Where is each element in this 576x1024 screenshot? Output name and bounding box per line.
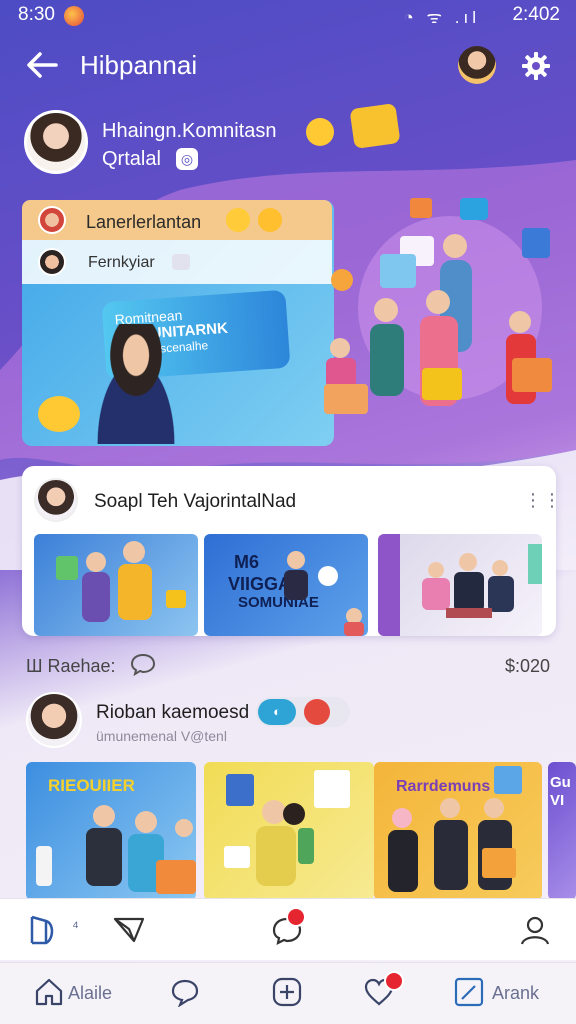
post-card[interactable]: Soapl Teh VajorintalNad ⋮⋮ M6 VIIGGAI SO…	[22, 466, 561, 636]
hero-row-second[interactable]: Fernkyiar	[22, 240, 332, 284]
sticker-icon	[349, 102, 401, 150]
thumbnail-illustration	[378, 534, 542, 636]
commenter-subtitle: ümunemenal V@tenl	[96, 728, 227, 744]
notification-badge	[384, 971, 404, 991]
more-options-icon[interactable]: ⋮⋮	[524, 490, 562, 511]
profile-subtitle: Qrtalal	[102, 148, 161, 170]
profile-icon[interactable]	[518, 913, 552, 947]
commenter-name[interactable]: Rioban kaemoesd	[96, 702, 249, 724]
reactions-label: Ш Raehae:	[26, 656, 116, 676]
profile-badge-icon: ◎	[176, 148, 198, 170]
post-thumbnail[interactable]	[34, 534, 198, 636]
hero-row-first[interactable]: Lanerlerlantan	[22, 200, 332, 240]
gallery-item[interactable]: RIEOUIIER	[26, 762, 196, 900]
emoji-icon	[258, 208, 282, 232]
gear-icon[interactable]	[520, 50, 552, 82]
post-action-bar: ⁴	[0, 898, 576, 960]
gallery-item[interactable]: Rarrdemuns	[374, 762, 542, 900]
post-thumbnail[interactable]: M6 VIIGGAI SOMUNIAE	[204, 534, 368, 636]
gallery-item[interactable]: Gu VI	[548, 762, 576, 900]
status-time: 8:30	[18, 4, 55, 25]
nav-home-label[interactable]: Alaile	[68, 983, 112, 1004]
gallery-item[interactable]	[204, 762, 374, 900]
hero-emoji-icon	[38, 396, 80, 432]
status-bar: 8:30 ◔ ᯤ .ıl 2:402	[0, 0, 576, 30]
action-pill[interactable]: ◐	[256, 697, 350, 727]
hero-row2-text: Fernkyiar	[88, 254, 155, 271]
status-icons: ◔ ᯤ .ıl	[403, 8, 480, 27]
hero-person-image	[80, 324, 192, 444]
hero-banner[interactable]: Romitnean KOMUNITARNK Oreml Ascenalhe La…	[20, 198, 556, 448]
door-icon[interactable]	[26, 913, 60, 947]
back-arrow-icon[interactable]	[22, 48, 62, 82]
comment-bubble-icon[interactable]	[130, 652, 156, 676]
user-avatar-icon[interactable]	[458, 46, 496, 84]
pill-record-icon[interactable]	[304, 699, 330, 725]
nav-last-label[interactable]: Arank	[492, 983, 539, 1004]
send-icon[interactable]	[112, 913, 146, 947]
post-title[interactable]: Soapl Teh VajorintalNad	[94, 491, 296, 513]
top-bar: Hibpannai	[0, 38, 576, 94]
post-thumbnail[interactable]	[378, 534, 542, 636]
row-avatar-icon	[38, 206, 66, 234]
gallery-illustration	[224, 770, 350, 886]
pill-toggle-icon[interactable]: ◐	[258, 699, 296, 725]
app-logo-icon	[64, 6, 84, 26]
action-label: ⁴	[72, 919, 79, 936]
profile-avatar[interactable]	[24, 110, 88, 174]
add-icon[interactable]	[272, 977, 302, 1007]
reaction-row: Ш Raehae: $:020	[26, 652, 550, 678]
status-clock: 2:402	[512, 4, 560, 25]
emoji-icon	[306, 118, 334, 146]
gallery-illustration	[388, 766, 522, 892]
home-icon[interactable]	[34, 977, 64, 1007]
emoji-icon	[226, 208, 250, 232]
notification-badge	[286, 907, 306, 927]
gallery-caption: Gu	[550, 774, 571, 791]
community-illustration	[324, 198, 552, 414]
bottom-navigation: Alaile Arank	[0, 962, 576, 1024]
gallery-illustration	[36, 805, 196, 894]
chat-icon[interactable]	[170, 977, 200, 1007]
post-author-avatar[interactable]	[34, 478, 78, 522]
reaction-count: $:020	[504, 656, 550, 676]
hero-row1-text: Lanerlerlantan	[86, 212, 202, 232]
thumbnail-illustration	[284, 551, 364, 636]
gallery-caption: VI	[550, 792, 565, 809]
row-avatar-icon	[38, 248, 66, 276]
profile-name: Hhaingn.Komnitasn	[102, 120, 277, 142]
page-title: Hibpannai	[80, 50, 198, 80]
commenter-avatar[interactable]	[26, 692, 82, 748]
edit-icon[interactable]	[454, 977, 484, 1007]
thumbnail-illustration	[56, 541, 186, 622]
chip-icon	[172, 254, 190, 270]
